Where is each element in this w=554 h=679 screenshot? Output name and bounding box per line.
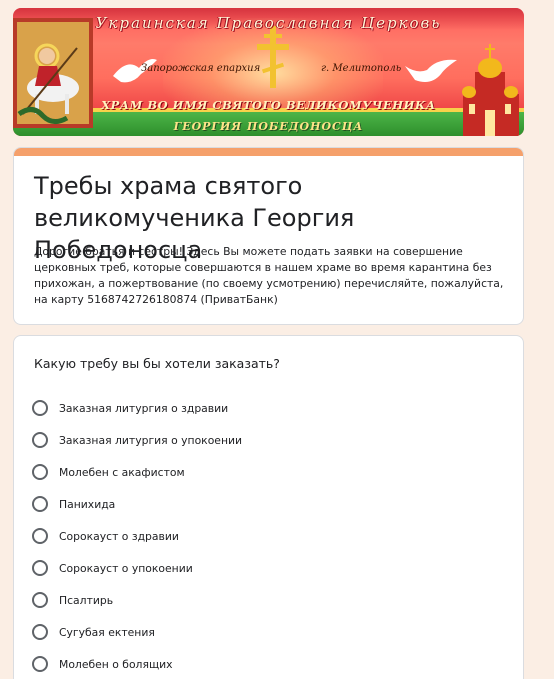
radio-button[interactable] [32, 592, 48, 608]
radio-options-list: Заказная литургия о здравии Заказная лит… [32, 392, 242, 679]
banner-church-name: Украинская Православная Церковь [95, 14, 442, 32]
radio-option[interactable]: Сугубая ектения [32, 616, 242, 648]
form-header-card: Требы храма святого великомученика Георг… [13, 147, 524, 325]
radio-option[interactable]: Псалтирь [32, 584, 242, 616]
header-banner-image: Украинская Православная Церковь Запорожс… [13, 8, 524, 136]
banner-temple-name: ХРАМ ВО ИМЯ СВЯТОГО ВЕЛИКОМУЧЕНИКА [101, 98, 436, 112]
radio-button[interactable] [32, 624, 48, 640]
banner-eparchy: Запорожская епархия [141, 63, 261, 74]
radio-button[interactable] [32, 464, 48, 480]
form-accent-bar [14, 148, 523, 156]
radio-option-label: Заказная литургия о здравии [59, 401, 229, 415]
radio-button[interactable] [32, 560, 48, 576]
banner-city: г. Мелитополь [321, 63, 402, 74]
radio-option-label: Псалтирь [59, 593, 114, 607]
dove-right-icon [405, 59, 457, 82]
banner-saint-name: ГЕОРГИЯ ПОБЕДОНОСЦА [173, 120, 364, 133]
radio-option[interactable]: Молебен о болящих [32, 648, 242, 679]
radio-option-label: Заказная литургия о упокоении [59, 433, 243, 447]
radio-option-label: Сугубая ектения [59, 625, 155, 639]
radio-button[interactable] [32, 656, 48, 672]
radio-option[interactable]: Заказная литургия о здравии [32, 392, 242, 424]
radio-option[interactable]: Панихида [32, 488, 242, 520]
radio-option[interactable]: Сорокауст о упокоении [32, 552, 242, 584]
form-description: Дорогие братья и сестры! Здесь Вы можете… [34, 245, 504, 306]
radio-option-label: Панихида [59, 497, 116, 511]
question-card: Какую требу вы бы хотели заказать? Заказ… [13, 335, 524, 679]
radio-option[interactable]: Заказная литургия о упокоении [32, 424, 242, 456]
question-title: Какую требу вы бы хотели заказать? [34, 356, 280, 371]
radio-option-label: Молебен о болящих [59, 657, 173, 671]
radio-option-label: Сорокауст о здравии [59, 529, 179, 543]
orthodox-cross-icon [257, 26, 289, 88]
radio-option[interactable]: Сорокауст о здравии [32, 520, 242, 552]
radio-option[interactable]: Молебен с акафистом [32, 456, 242, 488]
radio-button[interactable] [32, 528, 48, 544]
radio-option-label: Сорокауст о упокоении [59, 561, 193, 575]
radio-button[interactable] [32, 400, 48, 416]
radio-option-label: Молебен с акафистом [59, 465, 185, 479]
radio-button[interactable] [32, 432, 48, 448]
radio-button[interactable] [32, 496, 48, 512]
